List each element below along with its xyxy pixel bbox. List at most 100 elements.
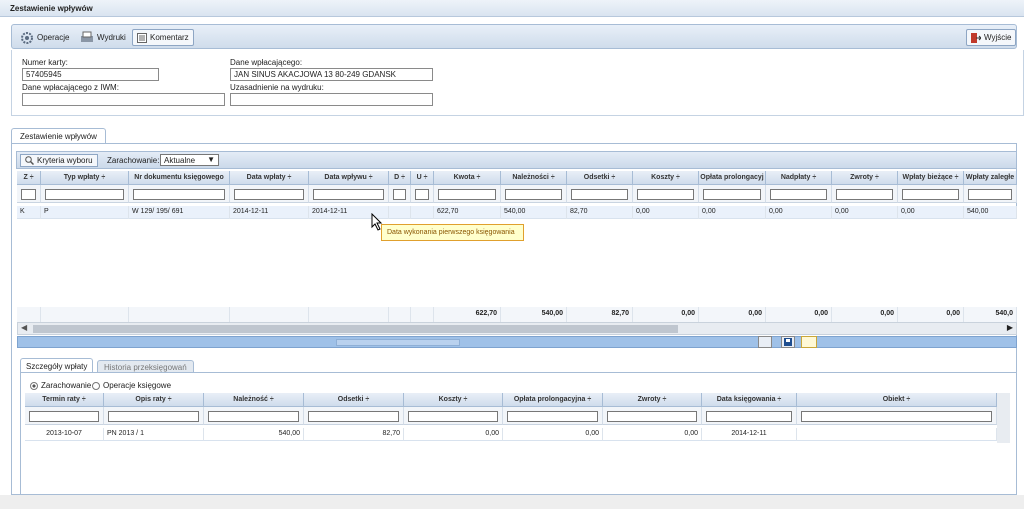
header-cell[interactable]: Wpłaty zaległe (964, 171, 1017, 185)
dane-wplacajacego-input[interactable]: JAN SINUS AKACJOWA 13 80-249 GDANSK (230, 68, 433, 81)
kryteria-button[interactable]: Kryteria wyboru (20, 154, 98, 167)
header-cell[interactable]: Koszty ÷ (633, 171, 699, 185)
filter-input[interactable] (133, 189, 225, 200)
radio-zarachowanie[interactable]: Zarachowanie (30, 381, 91, 390)
header-cell[interactable]: Data księgowania ÷ (702, 393, 797, 407)
filter-input[interactable] (438, 189, 496, 200)
header-cell[interactable]: Typ wpłaty ÷ (41, 171, 129, 185)
header-cell[interactable]: Należności ÷ (501, 171, 567, 185)
filter-cell (17, 185, 41, 203)
filter-input[interactable] (770, 189, 827, 200)
sum-cell: 0,00 (633, 307, 699, 322)
filter-cell (501, 185, 567, 203)
filter-input[interactable] (571, 189, 628, 200)
filter-input[interactable] (21, 189, 36, 200)
grid-toolbar: Kryteria wyboru Zarachowanie: Aktualne ▼ (16, 151, 1017, 169)
filter-input[interactable] (637, 189, 694, 200)
header-cell[interactable]: Koszty ÷ (404, 393, 503, 407)
filter-cell (309, 185, 389, 203)
filter-input[interactable] (706, 411, 792, 422)
table-cell (411, 206, 434, 219)
filter-input[interactable] (505, 189, 562, 200)
scrollbar-thumb[interactable] (33, 325, 678, 333)
filter-input[interactable] (45, 189, 124, 200)
refresh-icon[interactable] (758, 336, 772, 348)
filter-input[interactable] (313, 189, 384, 200)
filter-cell (404, 407, 503, 425)
header-cell[interactable]: Odsetki ÷ (304, 393, 404, 407)
header-cell[interactable]: Odsetki ÷ (567, 171, 633, 185)
table-cell: 0,00 (503, 428, 603, 441)
header-cell[interactable]: Z ÷ (17, 171, 41, 185)
komentarz-button[interactable]: Komentarz (132, 29, 194, 46)
filter-input[interactable] (902, 189, 959, 200)
zarachowanie-select[interactable]: Aktualne ▼ (160, 154, 219, 166)
header-cell[interactable]: Data wpływu ÷ (309, 171, 389, 185)
header-cell[interactable]: Obiekt ÷ (797, 393, 997, 407)
radio-unchecked-icon (92, 381, 100, 390)
numer-karty-label: Numer karty: (22, 58, 68, 67)
filter-input[interactable] (234, 189, 304, 200)
scroll-right-icon[interactable]: ▶ (1007, 323, 1013, 332)
pager-controls[interactable] (336, 339, 460, 346)
filter-input[interactable] (408, 411, 498, 422)
filter-input[interactable] (968, 189, 1012, 200)
table-cell (389, 206, 411, 219)
wyjscie-button[interactable]: Wyjście (966, 29, 1017, 46)
clear-filter-icon[interactable] (801, 336, 817, 348)
filter-cell (567, 185, 633, 203)
filter-input[interactable] (607, 411, 697, 422)
header-cell[interactable]: D ÷ (389, 171, 411, 185)
filter-input[interactable] (836, 189, 893, 200)
tab-zestawienie-wplywow[interactable]: Zestawienie wpływów (11, 128, 106, 143)
save-icon[interactable] (781, 336, 795, 348)
table-cell: 0,00 (766, 206, 832, 219)
filter-input[interactable] (801, 411, 992, 422)
search-icon (25, 156, 34, 165)
operacje-button[interactable]: Operacje (20, 29, 69, 46)
filter-input[interactable] (108, 411, 199, 422)
filter-cell (699, 185, 766, 203)
sum-cell: 0,00 (699, 307, 766, 322)
header-cell[interactable]: Zwroty ÷ (832, 171, 898, 185)
filter-input[interactable] (393, 189, 406, 200)
tab-szczegoly-wplaty[interactable]: Szczegóły wpłaty (20, 358, 94, 373)
uzasadnienie-input[interactable] (230, 93, 433, 106)
horizontal-scrollbar[interactable]: ◀ ▶ (17, 322, 1017, 335)
filter-input[interactable] (703, 189, 761, 200)
wydruki-button[interactable]: Wydruki (80, 29, 126, 46)
filter-input[interactable] (29, 411, 99, 422)
filter-input[interactable] (507, 411, 598, 422)
radio-operacje[interactable]: Operacje księgowe (92, 381, 171, 390)
numer-karty-input[interactable]: 57405945 (22, 68, 159, 81)
sum-cell (17, 307, 41, 322)
header-cell[interactable]: Zwroty ÷ (603, 393, 702, 407)
sum-cell: 540,00 (501, 307, 567, 322)
filter-input[interactable] (415, 189, 429, 200)
table-cell: 82,70 (567, 206, 633, 219)
filter-input[interactable] (208, 411, 299, 422)
sum-cell (411, 307, 434, 322)
table-cell: 540,00 (204, 428, 304, 441)
header-cell[interactable]: Opłata prolongacyjna ÷ (503, 393, 603, 407)
header-cell[interactable]: Należność ÷ (204, 393, 304, 407)
header-cell[interactable]: U ÷ (411, 171, 434, 185)
dane-iwm-input[interactable] (22, 93, 225, 106)
status-strip (0, 495, 1024, 509)
header-cell[interactable]: Data wpłaty ÷ (230, 171, 309, 185)
filter-cell (603, 407, 702, 425)
header-cell[interactable]: Wpłaty bieżące ÷ (898, 171, 964, 185)
pager-bar (17, 336, 1017, 348)
zarachowanie-label: Zarachowanie: (107, 156, 160, 165)
uzasadnienie-label: Uzasadnienie na wydruku: (230, 83, 324, 92)
header-cell[interactable]: Nadpłaty ÷ (766, 171, 832, 185)
header-cell[interactable]: Kwota ÷ (434, 171, 501, 185)
header-cell[interactable]: Nr dokumentu księgowego (129, 171, 230, 185)
vertical-scrollbar[interactable] (997, 393, 1010, 443)
header-cell[interactable]: Termin raty ÷ (25, 393, 104, 407)
filter-cell (832, 185, 898, 203)
header-cell[interactable]: Opłata prolongacyj (699, 171, 766, 185)
filter-input[interactable] (308, 411, 399, 422)
header-cell[interactable]: Opis raty ÷ (104, 393, 204, 407)
scroll-left-icon[interactable]: ◀ (21, 323, 27, 332)
